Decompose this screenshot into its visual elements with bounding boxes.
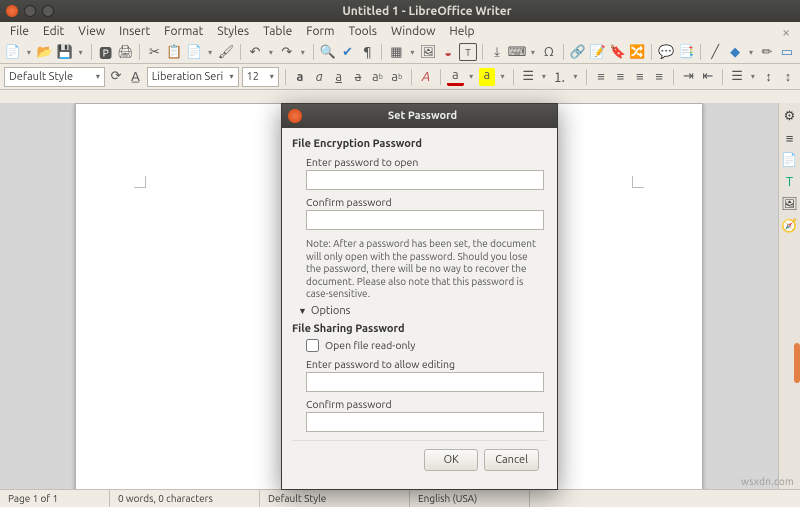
triangle-down-icon: ▼ xyxy=(298,306,307,316)
enter-edit-password-label: Enter password to allow editing xyxy=(306,358,547,370)
read-only-checkbox[interactable] xyxy=(306,339,319,352)
ok-button[interactable]: OK xyxy=(424,449,478,471)
dialog-close-icon[interactable] xyxy=(288,109,302,123)
confirm-edit-password-label: Confirm password xyxy=(306,398,547,410)
enter-password-input[interactable] xyxy=(306,170,544,190)
encryption-group-label: File Encryption Password xyxy=(292,138,547,150)
dialog-button-row: OK Cancel xyxy=(292,440,547,479)
enter-password-label: Enter password to open xyxy=(306,156,547,168)
cancel-button[interactable]: Cancel xyxy=(484,449,539,471)
confirm-password-label: Confirm password xyxy=(306,196,547,208)
read-only-label: Open file read-only xyxy=(325,339,415,351)
sharing-group-label: File Sharing Password xyxy=(292,323,547,335)
enter-edit-password-input[interactable] xyxy=(306,372,544,392)
dialog-title: Set Password xyxy=(308,110,557,122)
options-label: Options xyxy=(311,305,350,317)
options-expander[interactable]: ▼ Options xyxy=(298,305,547,317)
watermark-text: wsxdn.com xyxy=(741,476,794,487)
confirm-edit-password-input[interactable] xyxy=(306,412,544,432)
dialog-body: File Encryption Password Enter password … xyxy=(282,128,557,489)
modal-overlay: Set Password File Encryption Password En… xyxy=(0,0,800,507)
dialog-titlebar[interactable]: Set Password xyxy=(282,104,557,128)
confirm-password-input[interactable] xyxy=(306,210,544,230)
read-only-checkbox-row[interactable]: Open file read-only xyxy=(306,339,547,352)
password-note: Note: After a password has been set, the… xyxy=(306,238,544,301)
set-password-dialog: Set Password File Encryption Password En… xyxy=(281,103,558,490)
